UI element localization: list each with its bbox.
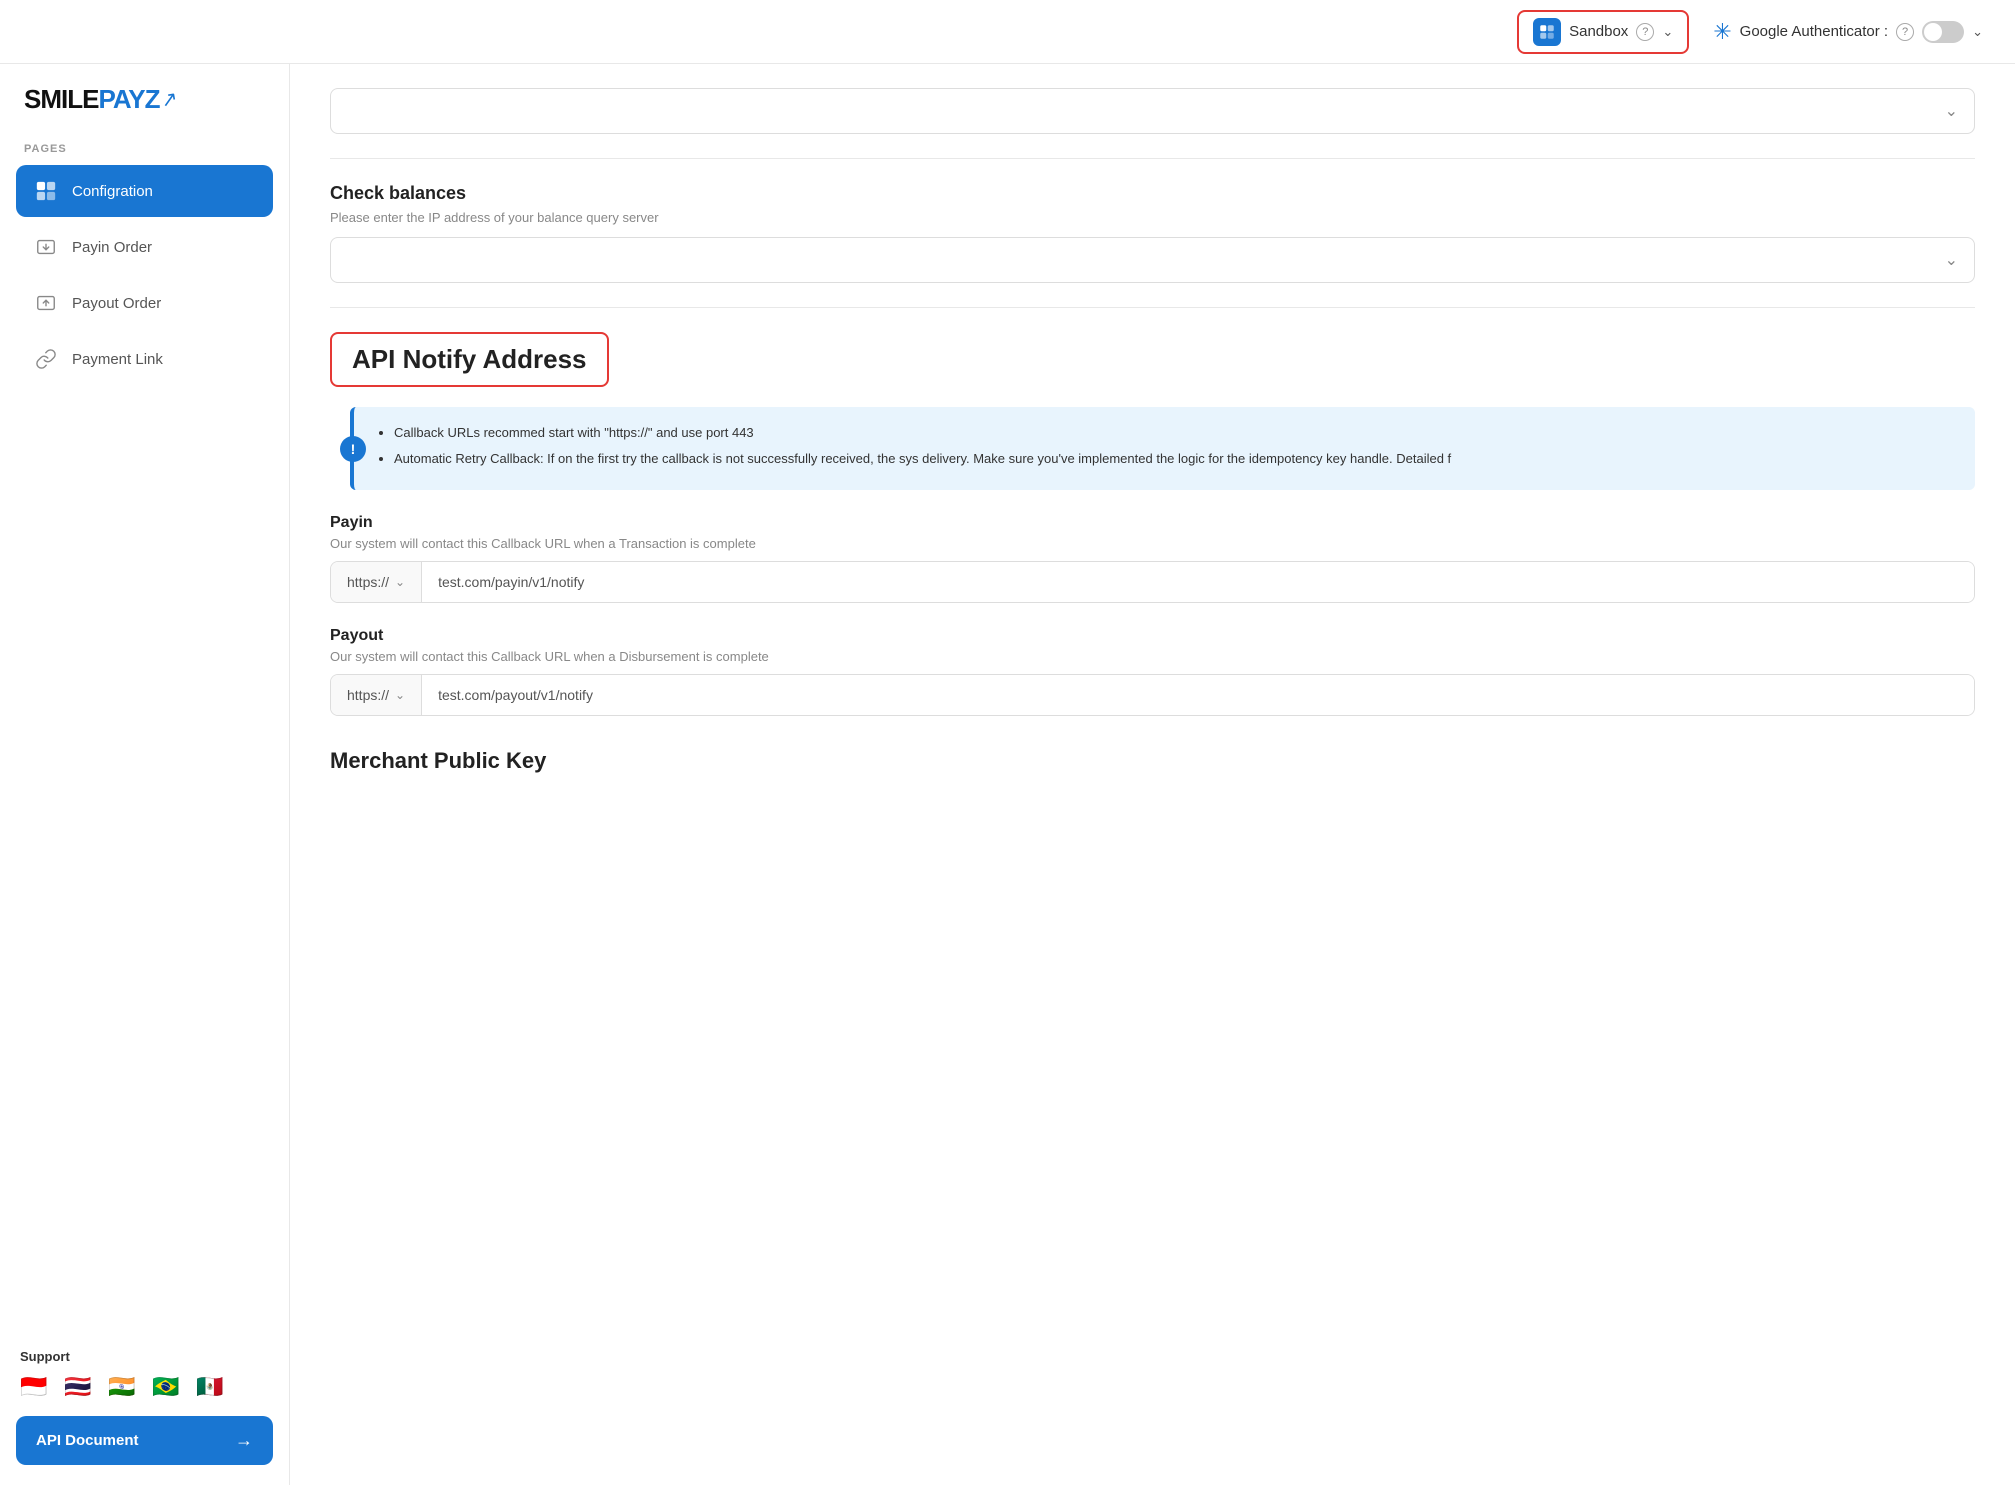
payout-prefix-chevron-icon: ⌄ — [395, 688, 405, 702]
logo-payz: PAYZ — [98, 84, 159, 115]
sidebar-bottom: Support 🇮🇩 🇹🇭 🇮🇳 🇧🇷 🇲🇽 API Document → — [16, 1349, 273, 1465]
layout: SMILE PAYZ ↗ PAGES Configration — [0, 64, 2015, 1485]
payout-icon — [32, 289, 60, 317]
api-doc-arrow-icon: → — [235, 1430, 253, 1451]
sidebar-item-configuration[interactable]: Configration — [16, 165, 273, 217]
sandbox-selector[interactable]: Sandbox ? ⌄ — [1517, 10, 1689, 54]
payment-link-icon — [32, 345, 60, 373]
sidebar-payment-link-label: Payment Link — [72, 351, 163, 368]
payin-prefix-chevron-icon: ⌄ — [395, 575, 405, 589]
check-balances-desc: Please enter the IP address of your bala… — [330, 210, 1975, 225]
merchant-public-key-title: Merchant Public Key — [330, 748, 1975, 774]
sidebar-payin-label: Payin Order — [72, 239, 152, 256]
logo-smile: SMILE — [24, 84, 98, 115]
info-bullets: Callback URLs recommed start with "https… — [374, 423, 1955, 468]
sidebar-item-payment-link[interactable]: Payment Link — [16, 333, 273, 385]
flag-mexico: 🇲🇽 — [192, 1374, 228, 1400]
sidebar-item-payin[interactable]: Payin Order — [16, 221, 273, 273]
api-notify-section: API Notify Address ! Callback URLs recom… — [330, 332, 1975, 716]
sandbox-icon — [1533, 18, 1561, 46]
sidebar-payout-label: Payout Order — [72, 295, 161, 312]
payin-callback-section: Payin Our system will contact this Callb… — [330, 514, 1975, 603]
google-auth-toggle[interactable] — [1922, 21, 1964, 43]
payout-input-row: https:// ⌄ — [330, 674, 1975, 716]
check-balances-chevron-icon: ⌄ — [1945, 250, 1958, 270]
flags-row: 🇮🇩 🇹🇭 🇮🇳 🇧🇷 🇲🇽 — [16, 1374, 273, 1400]
payout-callback-section: Payout Our system will contact this Call… — [330, 627, 1975, 716]
google-auth-star-icon: ✳ — [1713, 19, 1731, 45]
payout-url-input[interactable] — [422, 675, 1974, 715]
header: Sandbox ? ⌄ ✳ Google Authenticator : ? ⌄ — [0, 0, 2015, 64]
flag-indonesia: 🇮🇩 — [16, 1374, 52, 1400]
payin-callback-desc: Our system will contact this Callback UR… — [330, 536, 1975, 551]
merchant-public-key-section: Merchant Public Key — [330, 748, 1975, 774]
api-notify-header: API Notify Address — [330, 332, 609, 387]
logo: SMILE PAYZ ↗ — [16, 84, 273, 115]
payin-input-row: https:// ⌄ — [330, 561, 1975, 603]
payin-icon — [32, 233, 60, 261]
top-dropdown-chevron-icon: ⌄ — [1945, 101, 1958, 121]
sidebar-configuration-label: Configration — [72, 183, 153, 200]
info-bullet-1: Callback URLs recommed start with "https… — [394, 423, 1955, 443]
logo-arrow-icon: ↗ — [159, 86, 180, 114]
info-bullet-2: Automatic Retry Callback: If on the firs… — [394, 449, 1955, 469]
check-balances-dropdown[interactable]: ⌄ — [330, 237, 1975, 283]
payout-prefix-label: https:// — [347, 687, 389, 703]
api-document-label: API Document — [36, 1432, 139, 1449]
google-auth-chevron-icon: ⌄ — [1972, 24, 1983, 40]
top-dropdown[interactable]: ⌄ — [330, 88, 1975, 134]
api-notify-title: API Notify Address — [352, 344, 587, 375]
payin-url-input[interactable] — [422, 562, 1974, 602]
payout-prefix-selector[interactable]: https:// ⌄ — [331, 675, 422, 715]
payin-prefix-label: https:// — [347, 574, 389, 590]
sandbox-chevron-icon: ⌄ — [1662, 24, 1673, 40]
check-balances-section: Check balances Please enter the IP addre… — [330, 159, 1975, 308]
info-box: ! Callback URLs recommed start with "htt… — [350, 407, 1975, 490]
check-balances-title: Check balances — [330, 183, 1975, 204]
pages-label: PAGES — [16, 143, 273, 155]
sandbox-help-icon[interactable]: ? — [1636, 23, 1654, 41]
payout-callback-desc: Our system will contact this Callback UR… — [330, 649, 1975, 664]
configuration-icon — [32, 177, 60, 205]
flag-brazil: 🇧🇷 — [148, 1374, 184, 1400]
top-dropdown-section: ⌄ — [330, 64, 1975, 159]
main-content: ⌄ Check balances Please enter the IP add… — [290, 64, 2015, 1485]
google-auth-label: Google Authenticator : — [1740, 23, 1888, 40]
sidebar: SMILE PAYZ ↗ PAGES Configration — [0, 64, 290, 1485]
api-document-button[interactable]: API Document → — [16, 1416, 273, 1465]
payout-callback-title: Payout — [330, 627, 1975, 645]
google-auth-selector[interactable]: ✳ Google Authenticator : ? ⌄ — [1713, 19, 1983, 45]
content-wrapper: ⌄ Check balances Please enter the IP add… — [290, 64, 2015, 1485]
flag-india: 🇮🇳 — [104, 1374, 140, 1400]
google-auth-help-icon[interactable]: ? — [1896, 23, 1914, 41]
sidebar-nav: Configration Payin Order — [16, 165, 273, 389]
payin-prefix-selector[interactable]: https:// ⌄ — [331, 562, 422, 602]
sandbox-label: Sandbox — [1569, 23, 1628, 40]
support-label: Support — [16, 1349, 273, 1364]
sidebar-item-payout[interactable]: Payout Order — [16, 277, 273, 329]
info-icon: ! — [340, 436, 366, 462]
flag-thailand: 🇹🇭 — [60, 1374, 96, 1400]
payin-callback-title: Payin — [330, 514, 1975, 532]
